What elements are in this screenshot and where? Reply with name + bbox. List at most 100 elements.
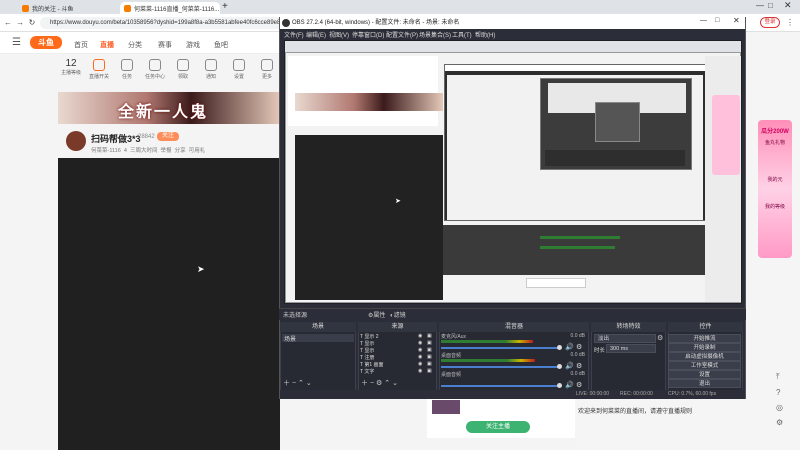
transition-gear-icon[interactable]: ⚙ <box>657 334 663 342</box>
lock-icon[interactable]: ▣ <box>427 347 432 353</box>
claim-item[interactable]: 领取 <box>170 56 196 90</box>
volume-knob[interactable] <box>557 383 562 388</box>
source-item[interactable]: T 注册 ◉ ▣ <box>360 354 436 361</box>
eye-icon[interactable]: ◉ <box>418 347 422 353</box>
meta-report[interactable]: 举报 <box>161 148 172 154</box>
speaker-icon[interactable]: 🔊 <box>565 381 574 389</box>
studio-mode-button[interactable]: 工作室模式 <box>668 361 741 370</box>
speaker-icon[interactable]: 🔊 <box>565 362 574 370</box>
properties-button[interactable]: ⚙属性 <box>368 310 385 319</box>
filters-button[interactable]: ◐滤镜 <box>390 310 406 319</box>
follow-streamer-button[interactable]: 关注主播 <box>466 421 530 433</box>
add-icon[interactable]: ＋ <box>361 380 368 387</box>
lock-icon[interactable]: ▣ <box>427 354 432 360</box>
transition-select[interactable]: 淡出 <box>594 334 656 343</box>
back-icon[interactable]: ← <box>2 14 14 32</box>
menu-edit[interactable]: 编辑(E) <box>306 30 326 39</box>
gear-icon[interactable]: ⚙ <box>576 381 582 389</box>
gear-icon[interactable]: ⚙ <box>576 362 582 370</box>
task-item[interactable]: 任务 <box>114 56 140 90</box>
live-switch-item[interactable]: 直播开关 <box>86 56 112 90</box>
target-icon[interactable]: ◎ <box>776 403 788 412</box>
task-center-item[interactable]: 任务中心 <box>142 56 168 90</box>
nav-live[interactable]: 直播 <box>100 40 114 50</box>
new-tab-button[interactable]: + <box>222 1 228 12</box>
lock-icon[interactable]: ▣ <box>427 333 432 339</box>
menu-file[interactable]: 文件(F) <box>284 30 304 39</box>
menu-docks[interactable]: 停靠窗口(D) <box>352 30 384 39</box>
notice-item[interactable]: 通知 <box>198 56 224 90</box>
more-item[interactable]: 更多 <box>254 56 280 90</box>
volume-slider[interactable] <box>441 364 562 369</box>
speaker-icon[interactable]: 🔊 <box>565 343 574 351</box>
nav-home[interactable]: 首页 <box>74 40 88 50</box>
source-item[interactable]: T 文字 ◉ ▣ <box>360 368 436 375</box>
down-icon[interactable]: ⌄ <box>392 380 398 387</box>
event-ad-card[interactable]: 瓜分200W 鱼丸礼物 我的元 我的等级 <box>758 120 792 258</box>
eye-icon[interactable]: ◉ <box>418 354 422 360</box>
lock-icon[interactable]: ▣ <box>427 361 432 367</box>
remove-icon[interactable]: − <box>370 380 374 387</box>
nav-games[interactable]: 游戏 <box>186 40 200 50</box>
nav-events[interactable]: 赛事 <box>158 40 172 50</box>
nav-fishbar[interactable]: 鱼吧 <box>214 40 228 50</box>
browser-tab-follow[interactable]: 我的关注 - 斗鱼 <box>18 2 118 14</box>
meta-room[interactable]: 何菜菜-1116 <box>91 148 121 154</box>
eye-icon[interactable]: ◉ <box>418 340 422 346</box>
virtual-camera-button[interactable]: 启动虚拟摄像机 <box>668 352 741 361</box>
eye-icon[interactable]: ◉ <box>418 368 422 374</box>
help-icon[interactable]: ? <box>776 388 788 397</box>
lock-icon[interactable]: ▣ <box>427 340 432 346</box>
minimize-icon[interactable]: — <box>756 1 764 10</box>
add-icon[interactable]: ＋ <box>283 380 290 387</box>
source-item[interactable]: T 显示 ◉ ▣ <box>360 340 436 347</box>
start-streaming-button[interactable]: 开始推流 <box>668 334 741 343</box>
settings-item[interactable]: 设置 <box>226 56 252 90</box>
source-item[interactable]: T 第1 画面 ◉ ▣ <box>360 361 436 368</box>
anchor-level-item[interactable]: 12 主播等级 <box>58 56 84 90</box>
douyu-logo[interactable]: 斗鱼 <box>30 36 62 49</box>
meta-share[interactable]: 分享 <box>175 148 186 154</box>
menu-dots-icon[interactable]: ⋮ <box>784 14 796 32</box>
settings-icon[interactable]: ⚙ <box>776 418 788 427</box>
profile-button[interactable]: 登录 <box>760 17 780 28</box>
source-item[interactable]: T 显示 2 ◉ ▣ <box>360 333 436 340</box>
meta-gift[interactable]: 可用礼 <box>189 148 206 154</box>
remove-icon[interactable]: − <box>292 380 296 387</box>
menu-help[interactable]: 帮助(H) <box>475 30 495 39</box>
up-icon[interactable]: ⌃ <box>384 380 390 387</box>
follow-badge[interactable]: 关注 <box>157 132 179 141</box>
source-item[interactable]: T 显示 ◉ ▣ <box>360 347 436 354</box>
volume-slider[interactable] <box>441 345 562 350</box>
menu-profile[interactable]: 配置文件(P) <box>386 30 418 39</box>
volume-knob[interactable] <box>557 364 562 369</box>
settings-button[interactable]: 设置 <box>668 370 741 379</box>
volume-slider[interactable] <box>441 383 562 388</box>
gear-icon[interactable]: ⚙ <box>376 380 382 387</box>
eye-icon[interactable]: ◉ <box>418 361 422 367</box>
top-icon[interactable]: ⤒ <box>776 372 788 382</box>
duration-input[interactable]: 300 ms <box>606 344 656 353</box>
start-recording-button[interactable]: 开始录制 <box>668 343 741 352</box>
nav-category[interactable]: 分类 <box>128 40 142 50</box>
obs-maximize-icon[interactable]: □ <box>715 17 719 24</box>
url-field[interactable]: https://www.douyu.com/beta/10358956?dysh… <box>40 17 305 29</box>
avatar[interactable] <box>66 131 86 151</box>
browser-tab-stream[interactable]: 何菜菜-1116直播_何菜菜-1116... <box>120 2 220 14</box>
volume-knob[interactable] <box>557 345 562 350</box>
menu-view[interactable]: 视图(V) <box>329 30 349 39</box>
gear-icon[interactable]: ⚙ <box>576 343 582 351</box>
streamer-name[interactable]: 扫码帮做3*3 <box>91 132 141 145</box>
up-icon[interactable]: ⌃ <box>298 380 304 387</box>
stream-banner[interactable]: 全新一人鬼 <box>58 92 280 124</box>
menu-scene-collection[interactable]: 场景集合(S) <box>419 30 451 39</box>
menu-tools[interactable]: 工具(T) <box>452 30 472 39</box>
exit-button[interactable]: 退出 <box>668 379 741 388</box>
close-icon[interactable]: ✕ <box>784 0 792 11</box>
maximize-icon[interactable]: □ <box>768 1 773 10</box>
lock-icon[interactable]: ▣ <box>427 368 432 374</box>
scene-item[interactable]: 场景 <box>282 334 354 343</box>
down-icon[interactable]: ⌄ <box>306 380 312 387</box>
forward-icon[interactable]: → <box>14 14 26 32</box>
obs-minimize-icon[interactable]: — <box>700 17 707 24</box>
